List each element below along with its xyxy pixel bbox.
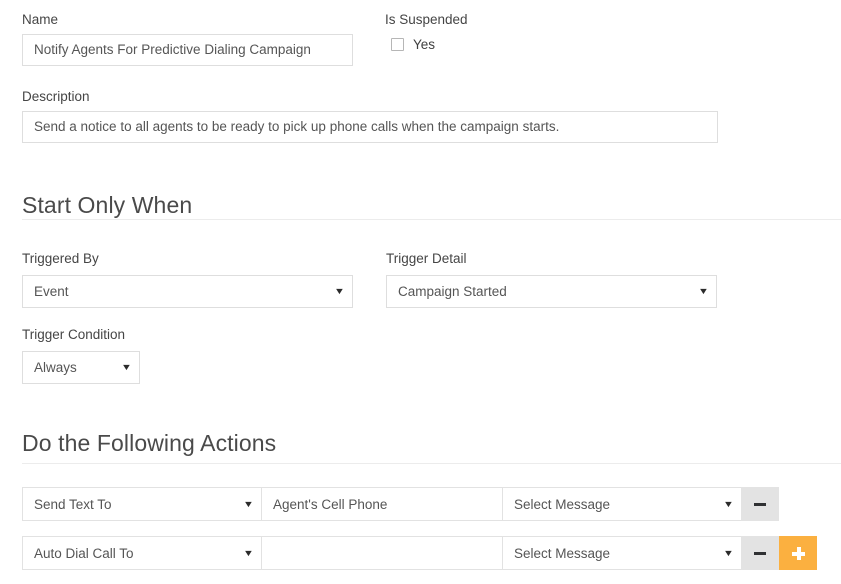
is-suspended-label: Is Suspended [385,12,468,28]
name-label: Name [22,12,58,28]
chevron-down-icon: ▼ [243,548,254,558]
action-row: Send Text To ▼ Agent's Cell Phone Select… [22,487,779,521]
chevron-down-icon: ▼ [334,287,345,296]
action-message-select[interactable]: Select Message ▼ [502,536,742,570]
action-message-value: Select Message [514,546,610,561]
trigger-detail-value: Campaign Started [398,285,507,299]
start-only-when-title: Start Only When [22,190,192,220]
triggered-by-select[interactable]: Event ▼ [22,275,353,308]
remove-action-button[interactable] [741,536,779,570]
action-row: Auto Dial Call To ▼ Select Message ▼ [22,536,817,570]
is-suspended-checkbox-row[interactable]: Yes [391,38,435,51]
chevron-down-icon: ▼ [243,499,254,509]
name-input[interactable]: Notify Agents For Predictive Dialing Cam… [22,34,353,66]
action-target-input[interactable]: Agent's Cell Phone [261,487,503,521]
triggered-by-label: Triggered By [22,251,99,267]
action-type-value: Send Text To [34,497,112,512]
minus-icon [754,503,766,506]
actions-title: Do the Following Actions [22,428,276,458]
trigger-condition-select[interactable]: Always ▼ [22,351,140,384]
action-message-value: Select Message [514,497,610,512]
description-label: Description [22,89,90,105]
action-message-select[interactable]: Select Message ▼ [502,487,742,521]
add-action-button[interactable] [779,536,817,570]
trigger-condition-label: Trigger Condition [22,327,125,343]
chevron-down-icon: ▼ [723,499,734,509]
is-suspended-checkbox-label: Yes [413,38,435,51]
action-type-select[interactable]: Send Text To ▼ [22,487,262,521]
trigger-condition-value: Always [34,361,77,375]
triggered-by-value: Event [34,285,69,299]
chevron-down-icon: ▼ [698,287,709,296]
plus-icon [792,547,805,560]
chevron-down-icon: ▼ [121,363,132,372]
action-target-input[interactable] [261,536,503,570]
remove-action-button[interactable] [741,487,779,521]
trigger-detail-label: Trigger Detail [386,251,467,267]
trigger-detail-select[interactable]: Campaign Started ▼ [386,275,717,308]
start-only-when-divider [22,219,841,220]
description-input[interactable]: Send a notice to all agents to be ready … [22,111,718,143]
wizard-form-page: Name Notify Agents For Predictive Dialin… [0,0,841,584]
chevron-down-icon: ▼ [723,548,734,558]
start-only-when-heading: Start Only When [22,190,192,220]
actions-divider [22,463,841,464]
minus-icon [754,552,766,555]
action-type-select[interactable]: Auto Dial Call To ▼ [22,536,262,570]
is-suspended-checkbox[interactable] [391,38,404,51]
action-type-value: Auto Dial Call To [34,546,134,561]
actions-heading: Do the Following Actions [22,428,276,458]
